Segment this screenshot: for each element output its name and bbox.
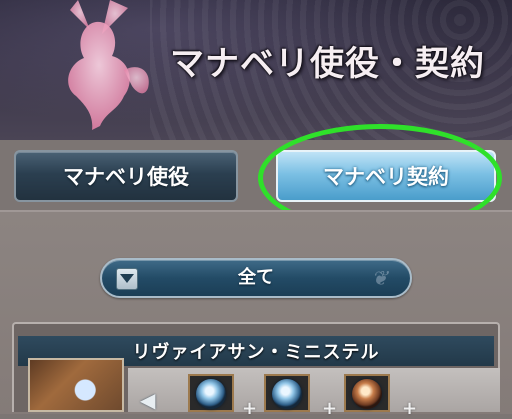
header-banner: マナベリ使役・契約 [0, 0, 512, 140]
left-arrow-icon[interactable]: ◀ [140, 388, 155, 412]
flourish-decoration: ❦ [371, 266, 388, 290]
tab-manaberry-contract[interactable]: マナベリ契約 [276, 150, 496, 202]
filter-dropdown[interactable]: 全て ❦ [100, 258, 412, 298]
plus-icon: + [242, 398, 258, 419]
water-orb-icon [272, 379, 302, 409]
water-orb-icon [196, 379, 226, 409]
material-slot[interactable] [264, 374, 310, 412]
material-strip [128, 368, 500, 412]
tab-manaberry-employ[interactable]: マナベリ使役 [14, 150, 238, 202]
material-slot[interactable] [188, 374, 234, 412]
fire-orb-icon [352, 379, 382, 409]
plus-icon: + [402, 398, 418, 419]
material-slot[interactable] [344, 374, 390, 412]
page-title: マナベリ使役・契約 [170, 44, 485, 84]
manaberry-portrait [28, 358, 124, 412]
filter-label: 全て [238, 267, 274, 288]
plus-icon: + [322, 398, 338, 419]
fairy-icon [68, 0, 149, 130]
